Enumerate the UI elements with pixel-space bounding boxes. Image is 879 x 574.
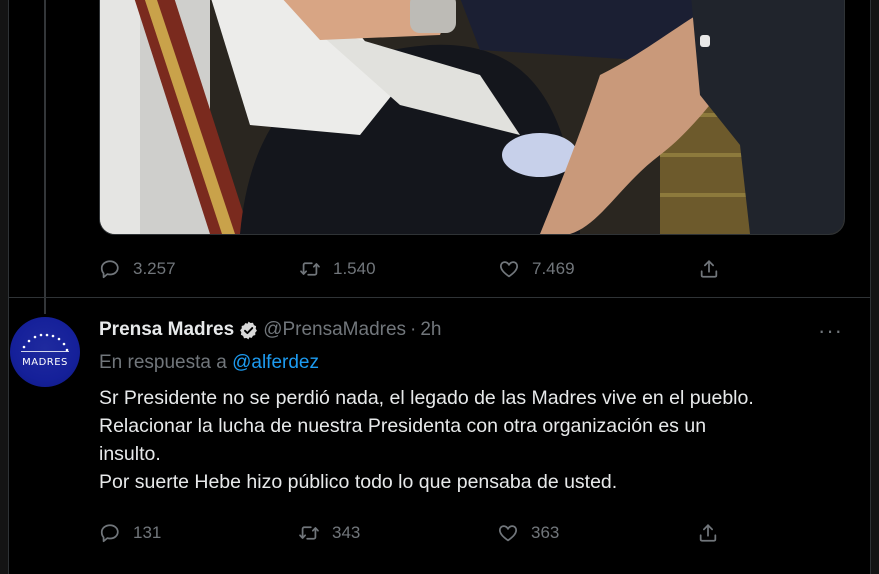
- tweet-text-line: insulto.: [99, 443, 161, 465]
- more-icon[interactable]: ···: [818, 318, 843, 344]
- retweet-action[interactable]: 1.540: [299, 254, 498, 284]
- timestamp[interactable]: 2h: [420, 319, 441, 341]
- reply-tweet-action-bar: 131 343 363: [99, 518, 719, 548]
- reply-prefix: En respuesta a: [99, 352, 227, 373]
- share-action[interactable]: [698, 254, 720, 284]
- separator-dot: ·: [410, 319, 417, 340]
- avatar[interactable]: MADRES: [10, 317, 80, 387]
- author-handle[interactable]: @PrensaMadres: [263, 319, 406, 341]
- tweet-text-line: Por suerte Hebe hizo público todo lo que…: [99, 471, 618, 493]
- tweet-divider: [9, 297, 870, 298]
- like-count: 363: [531, 523, 560, 542]
- like-icon: [499, 525, 517, 542]
- retweet-count: 1.540: [333, 259, 376, 278]
- reply-count: 131: [133, 523, 162, 542]
- left-frame: [0, 0, 8, 574]
- timeline-border-right: [870, 0, 871, 574]
- tweet-text-line: Relacionar la lucha de nuestra President…: [99, 415, 707, 437]
- reply-context: En respuesta a @alferdez: [99, 352, 319, 374]
- reply-icon: [100, 260, 119, 279]
- share-icon: [699, 524, 717, 542]
- like-count: 7.469: [532, 259, 575, 278]
- like-action[interactable]: 363: [497, 518, 697, 548]
- reply-icon: [100, 524, 119, 543]
- tweet-photo[interactable]: [99, 0, 845, 235]
- like-action[interactable]: 7.469: [498, 254, 698, 284]
- share-icon: [700, 260, 718, 278]
- retweet-icon: [300, 262, 320, 276]
- tweet-body: Sr Presidente no se perdió nada, el lega…: [99, 384, 859, 496]
- avatar-text: MADRES: [22, 357, 68, 368]
- thread-connector: [44, 0, 46, 314]
- like-icon: [500, 261, 518, 278]
- retweet-count: 343: [332, 523, 361, 542]
- verified-badge-icon: [240, 321, 258, 339]
- share-action[interactable]: [697, 518, 719, 548]
- author-name[interactable]: Prensa Madres: [99, 319, 234, 341]
- reply-count: 3.257: [133, 259, 176, 278]
- tweet-text-line: Sr Presidente no se perdió nada, el lega…: [99, 387, 754, 409]
- timeline-border-left: [8, 0, 9, 574]
- first-tweet-action-bar: 3.257 1.540 7.469: [99, 254, 720, 284]
- reply-action[interactable]: 131: [99, 518, 298, 548]
- retweet-action[interactable]: 343: [298, 518, 497, 548]
- reply-action[interactable]: 3.257: [99, 254, 299, 284]
- photo-illustration: [100, 0, 844, 234]
- retweet-icon: [299, 526, 319, 540]
- tweet-header: Prensa Madres @PrensaMadres · 2h: [99, 319, 442, 341]
- right-frame: [871, 0, 879, 574]
- reply-target-link[interactable]: @alferdez: [232, 352, 319, 373]
- madres-logo-icon: [21, 333, 69, 352]
